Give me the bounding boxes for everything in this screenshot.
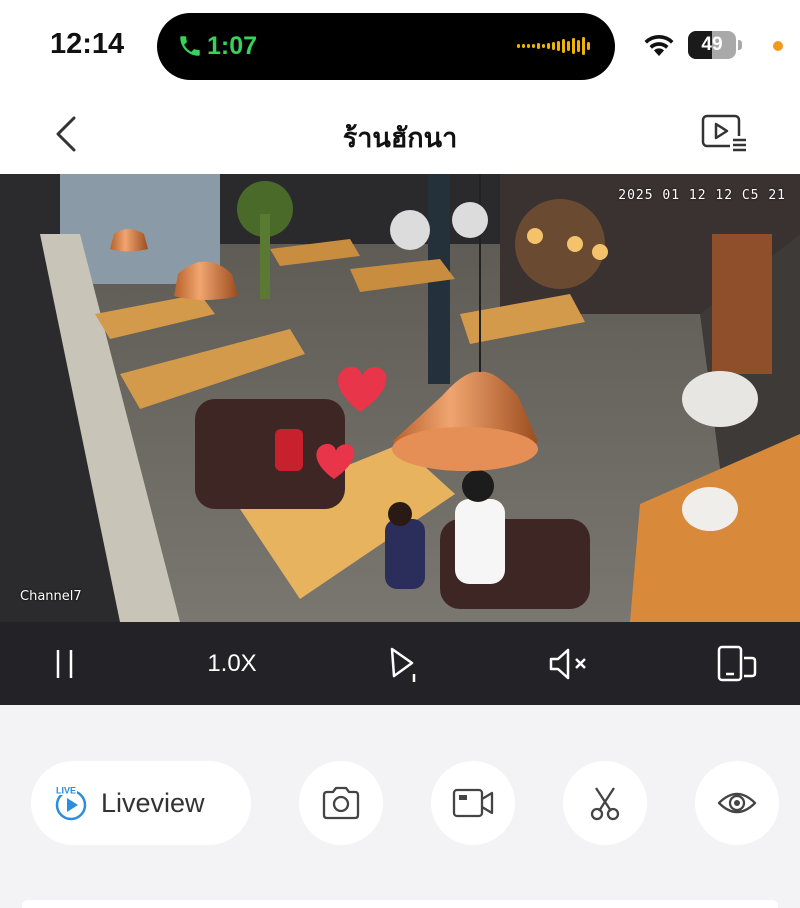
camera-scene (0, 174, 800, 622)
mute-icon (549, 648, 586, 680)
call-island[interactable]: 1:07 (157, 13, 615, 80)
page-title: ร้านฮักนา (342, 123, 458, 153)
action-panel: LIVE Liveview (0, 705, 800, 908)
clip-button[interactable] (563, 761, 647, 845)
camera-channel-label: Channel7 (20, 589, 82, 604)
content-card (22, 900, 778, 908)
liveview-button[interactable]: LIVE Liveview (31, 761, 251, 845)
live-play-icon: LIVE (53, 785, 89, 821)
battery-level: 49 (701, 34, 723, 55)
liveview-label: Liveview (101, 787, 205, 818)
audio-wave-icon (517, 37, 590, 55)
wifi-icon (644, 34, 674, 56)
camera-timestamp: 2025 01 12 12 C5 21 (618, 188, 786, 203)
eye-icon (717, 792, 757, 814)
privacy-indicator-dot (773, 41, 783, 51)
mute-button[interactable] (544, 640, 594, 688)
play-next-button[interactable] (380, 640, 424, 688)
rotate-screen-button[interactable] (712, 640, 762, 688)
play-next-icon (390, 647, 416, 682)
playback-list-icon[interactable] (700, 112, 748, 154)
rotate-screen-icon (717, 645, 757, 682)
playback-speed-button[interactable]: 1.0X (196, 640, 268, 688)
video-record-icon (452, 788, 494, 818)
view-button[interactable] (695, 761, 779, 845)
snapshot-button[interactable] (299, 761, 383, 845)
record-button[interactable] (431, 761, 515, 845)
call-duration: 1:07 (207, 32, 258, 60)
live-badge-text: LIVE (56, 786, 76, 796)
camera-feed[interactable]: 2025 01 12 12 C5 21 Channel7 (0, 174, 800, 622)
pause-button[interactable] (42, 640, 86, 688)
phone-icon (180, 36, 200, 56)
pause-icon (56, 650, 73, 678)
status-bar: 12:14 1:07 49 (0, 0, 800, 92)
playback-controls: 1.0X (0, 622, 800, 705)
app-screen: 12:14 1:07 49 ร้านฮักนา 2025 01 12 12 C5… (0, 0, 800, 908)
status-time: 12:14 (50, 28, 125, 60)
battery-indicator: 49 (688, 31, 742, 59)
nav-bar: ร้านฮักนา (0, 92, 800, 174)
chevron-left-icon[interactable] (52, 114, 82, 154)
scissors-icon (590, 787, 620, 821)
camera-icon (322, 786, 360, 820)
